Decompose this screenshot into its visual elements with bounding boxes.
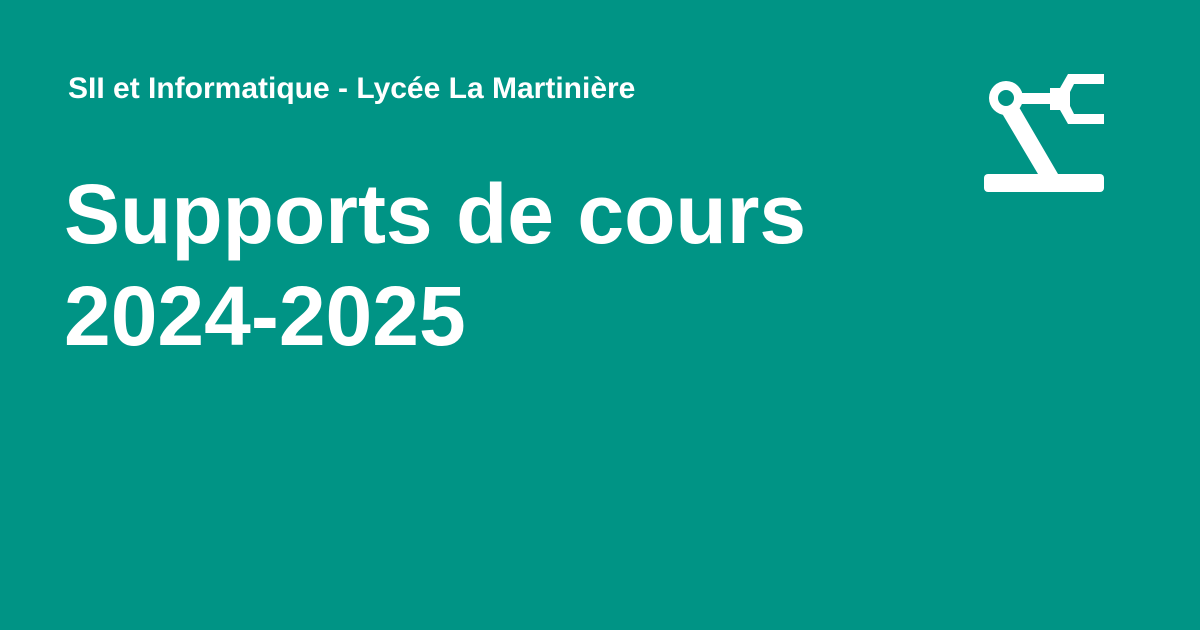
site-name: SII et Informatique - Lycée La Martinièr…: [68, 72, 636, 105]
page-title-line-2: 2024-2025: [64, 269, 466, 363]
robot-arm-icon: [984, 74, 1104, 192]
page-title-line-1: Supports de cours: [64, 167, 807, 261]
page-title: Supports de cours 2024-2025: [64, 163, 806, 367]
social-card: SII et Informatique - Lycée La Martinièr…: [0, 0, 1200, 630]
